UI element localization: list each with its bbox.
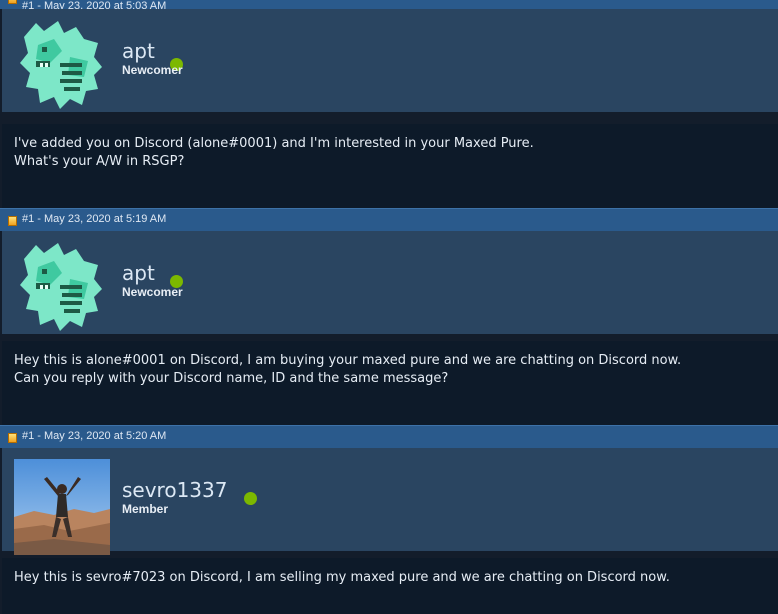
- username[interactable]: apt: [122, 261, 155, 285]
- post-message: I've added you on Discord (alone#0001) a…: [14, 136, 534, 169]
- post-user-bar: sevro1337 Member: [2, 448, 778, 555]
- post-body: I've added you on Discord (alone#0001) a…: [2, 124, 778, 208]
- username[interactable]: sevro1337: [122, 478, 227, 502]
- arcanine-sprite-icon[interactable]: [14, 17, 110, 113]
- post-body: Hey this is sevro#7023 on Discord, I am …: [2, 558, 778, 614]
- post-user-bar: apt Newcomer: [2, 231, 778, 334]
- post-header: #1 - May 23, 2020 at 5:03 AM: [0, 0, 778, 12]
- user-rank: Member: [122, 502, 169, 516]
- arcanine-sprite-icon[interactable]: [14, 239, 110, 335]
- post-icon: [8, 0, 17, 4]
- post-message: Hey this is sevro#7023 on Discord, I am …: [14, 570, 670, 585]
- post-body: Hey this is alone#0001 on Discord, I am …: [2, 341, 778, 425]
- post-header: #1 - May 23, 2020 at 5:20 AM: [0, 425, 778, 448]
- person-photo-icon[interactable]: [14, 459, 110, 555]
- post-permalink[interactable]: #1 - May 23, 2020 at 5:20 AM: [22, 430, 166, 442]
- user-rank: Newcomer: [122, 63, 183, 77]
- username[interactable]: apt: [122, 39, 155, 63]
- post-header: #1 - May 23, 2020 at 5:19 AM: [0, 208, 778, 231]
- online-status-icon: [244, 492, 257, 505]
- post-icon: [8, 433, 17, 443]
- post-permalink[interactable]: #1 - May 23, 2020 at 5:19 AM: [22, 213, 166, 225]
- post-message: Hey this is alone#0001 on Discord, I am …: [14, 353, 682, 386]
- post-icon: [8, 216, 17, 226]
- post-user-bar: apt Newcomer: [2, 9, 778, 112]
- user-rank: Newcomer: [122, 285, 183, 299]
